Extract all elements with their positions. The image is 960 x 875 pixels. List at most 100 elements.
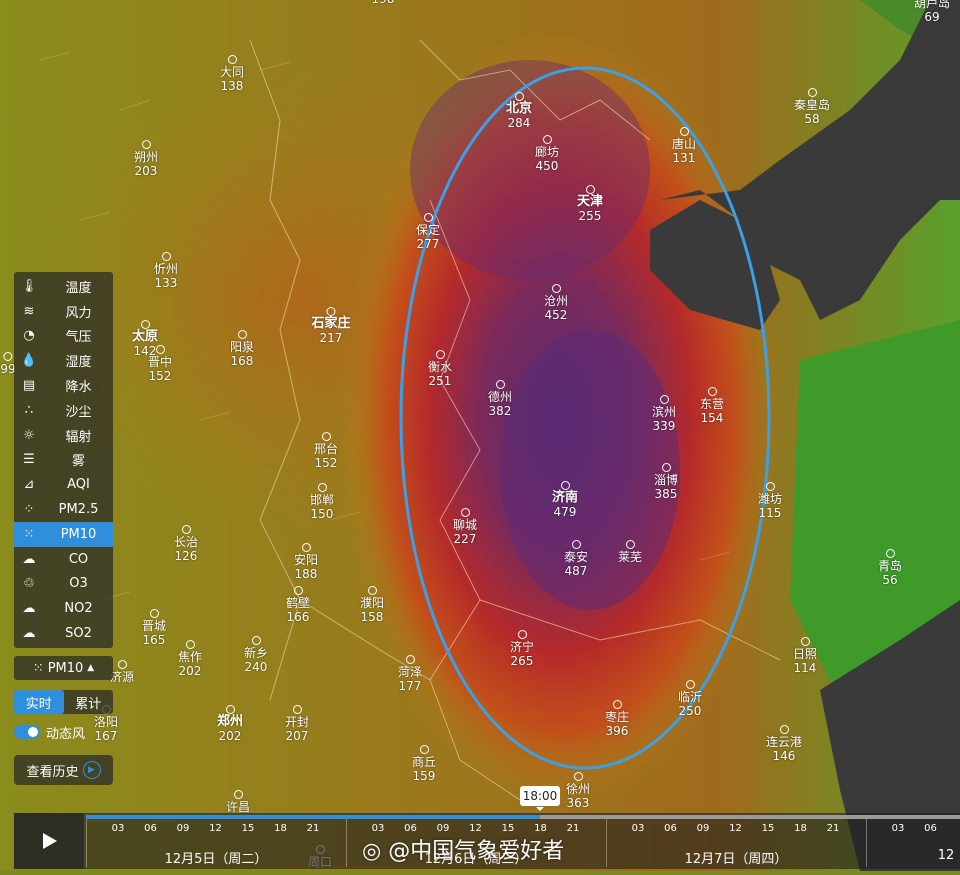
city-marker[interactable]: 廊坊 450 xyxy=(535,135,559,173)
city-marker[interactable]: 德州 382 xyxy=(488,380,512,418)
city-marker[interactable]: 衡水 251 xyxy=(428,350,452,388)
timeline-progress[interactable] xyxy=(86,815,540,819)
layer-item[interactable]: ≋ 风力 xyxy=(14,299,113,324)
city-dot-icon xyxy=(685,680,695,689)
city-marker[interactable]: 滨州 339 xyxy=(652,395,676,433)
timeline-remaining[interactable] xyxy=(540,815,960,819)
timeline-hour-tick[interactable]: 06 xyxy=(664,823,677,834)
city-marker[interactable]: 忻州 133 xyxy=(154,252,178,290)
timeline-hour-tick[interactable]: 18 xyxy=(794,823,807,834)
city-marker[interactable]: 新乡 240 xyxy=(244,636,268,674)
timeline-hour-tick[interactable]: 03 xyxy=(632,823,645,834)
city-marker[interactable]: 晋中 152 xyxy=(148,345,172,383)
city-marker[interactable]: 朔州 203 xyxy=(134,140,158,178)
city-pm10-value: 188 xyxy=(294,567,318,581)
city-marker[interactable]: 郑州 202 xyxy=(217,705,243,743)
layer-item[interactable]: ☰ 雾 xyxy=(14,448,113,473)
timeline-hour-tick[interactable]: 12 xyxy=(209,823,222,834)
timeline-hour-tick[interactable]: 06 xyxy=(924,823,937,834)
city-marker[interactable]: 枣庄 396 xyxy=(605,700,629,738)
layer-item[interactable]: ⁙ PM10 xyxy=(14,521,113,547)
city-marker[interactable]: 安阳 188 xyxy=(294,543,318,581)
layer-selector[interactable]: ⁙ PM10 ▲ xyxy=(14,656,113,680)
layer-item[interactable]: ☁ CO xyxy=(14,547,113,572)
timeline-hour-tick[interactable]: 03 xyxy=(892,823,905,834)
timeline-hour-tick[interactable]: 12 xyxy=(729,823,742,834)
city-pm10-value: 168 xyxy=(230,354,254,368)
city-marker[interactable]: 东营 154 xyxy=(700,387,724,425)
city-dot-icon xyxy=(517,630,527,639)
layer-item[interactable]: ⊿ AQI xyxy=(14,472,113,497)
city-marker[interactable]: 濮阳 158 xyxy=(360,586,384,624)
toggle-switch-icon[interactable] xyxy=(14,725,40,739)
timeline-hour-tick[interactable]: 21 xyxy=(567,823,580,834)
city-marker[interactable]: 商丘 159 xyxy=(412,745,436,783)
timeline-hour-tick[interactable]: 21 xyxy=(307,823,320,834)
city-marker[interactable]: 鹤壁 166 xyxy=(286,586,310,624)
city-name: 天津 xyxy=(576,194,604,209)
city-marker[interactable]: 阳泉 168 xyxy=(230,330,254,368)
layer-label: 雾 xyxy=(71,454,85,470)
city-marker[interactable]: 天津 255 xyxy=(577,185,603,223)
timeline-hour-tick[interactable]: 15 xyxy=(242,823,255,834)
city-pm10-value: 382 xyxy=(488,404,512,418)
city-name: 阳泉 xyxy=(229,340,255,354)
city-marker[interactable]: 青岛 56 xyxy=(878,549,902,587)
layer-item[interactable]: ▤ 降水 xyxy=(14,373,113,398)
city-marker[interactable]: 开封 207 xyxy=(285,705,309,743)
city-marker[interactable]: 济源 xyxy=(110,660,134,684)
layer-item[interactable]: 🌡 温度 xyxy=(14,274,113,299)
timeline-hour-tick[interactable]: 06 xyxy=(144,823,157,834)
timeline-hour-tick[interactable]: 18 xyxy=(274,823,287,834)
city-marker[interactable]: 日照 114 xyxy=(793,637,817,675)
city-marker[interactable]: 菏泽 177 xyxy=(398,655,422,693)
timeline-hour-tick[interactable]: 09 xyxy=(177,823,190,834)
timeline-hour-tick[interactable]: 21 xyxy=(827,823,840,834)
layer-item[interactable]: ☼ 辐射 xyxy=(14,423,113,448)
city-marker[interactable]: 石家庄 217 xyxy=(311,307,351,345)
city-marker[interactable]: 济宁 265 xyxy=(510,630,534,668)
city-name: 临沂 xyxy=(677,690,703,704)
city-marker[interactable]: 徐州 363 xyxy=(566,772,590,810)
city-pm10-value: 114 xyxy=(793,661,817,675)
layer-item[interactable]: ◔ 气压 xyxy=(14,324,113,349)
city-marker[interactable]: 焦作 202 xyxy=(178,640,202,678)
city-marker[interactable]: 淄博 385 xyxy=(654,463,678,501)
city-marker[interactable]: 唐山 131 xyxy=(672,127,696,165)
city-marker[interactable]: 沧州 452 xyxy=(544,284,568,322)
city-marker[interactable]: 晋城 165 xyxy=(142,609,166,647)
timeline-day-separator xyxy=(606,819,607,867)
layer-item[interactable]: ⁘ PM2.5 xyxy=(14,497,113,522)
timeline-hour-tick[interactable]: 03 xyxy=(112,823,125,834)
play-button[interactable] xyxy=(14,813,84,869)
timeline-hour-tick[interactable]: 15 xyxy=(762,823,775,834)
city-dot-icon xyxy=(661,463,671,472)
city-marker[interactable]: 潍坊 115 xyxy=(758,482,782,520)
dynamic-wind-toggle[interactable]: 动态风 xyxy=(14,721,113,743)
city-marker[interactable]: 泰安 487 xyxy=(564,540,588,578)
mode-cumulative-button[interactable]: 累计 xyxy=(64,690,114,714)
city-marker[interactable]: 大同 138 xyxy=(220,55,244,93)
city-marker[interactable]: 济南 479 xyxy=(552,481,578,519)
city-marker[interactable]: 长治 126 xyxy=(174,525,198,563)
layer-item[interactable]: ∴ 沙尘 xyxy=(14,398,113,423)
mode-realtime-button[interactable]: 实时 xyxy=(14,690,64,714)
layer-item[interactable]: ☁ NO2 xyxy=(14,596,113,621)
pollution-map[interactable] xyxy=(0,0,960,871)
city-marker[interactable]: 北京 284 xyxy=(506,92,532,130)
layer-item[interactable]: ☁ SO2 xyxy=(14,621,113,646)
layer-item[interactable]: 💧 湿度 xyxy=(14,348,113,373)
timeline-hour-tick[interactable]: 09 xyxy=(697,823,710,834)
layer-label: PM2.5 xyxy=(58,502,99,518)
city-marker[interactable]: 许昌 xyxy=(226,790,250,814)
city-marker[interactable]: 邢台 152 xyxy=(314,432,338,470)
city-marker[interactable]: 保定 277 xyxy=(416,213,440,251)
city-marker[interactable]: 莱芜 xyxy=(618,540,642,564)
view-history-button[interactable]: 查看历史 ▶ xyxy=(14,755,113,785)
city-marker[interactable]: 临沂 250 xyxy=(678,680,702,718)
city-marker[interactable]: 连云港 146 xyxy=(766,725,802,763)
city-marker[interactable]: 邯郸 150 xyxy=(310,483,334,521)
city-marker[interactable]: 秦皇岛 58 xyxy=(794,88,830,126)
city-marker[interactable]: 聊城 227 xyxy=(453,508,477,546)
layer-item[interactable]: ♲ O3 xyxy=(14,572,113,597)
